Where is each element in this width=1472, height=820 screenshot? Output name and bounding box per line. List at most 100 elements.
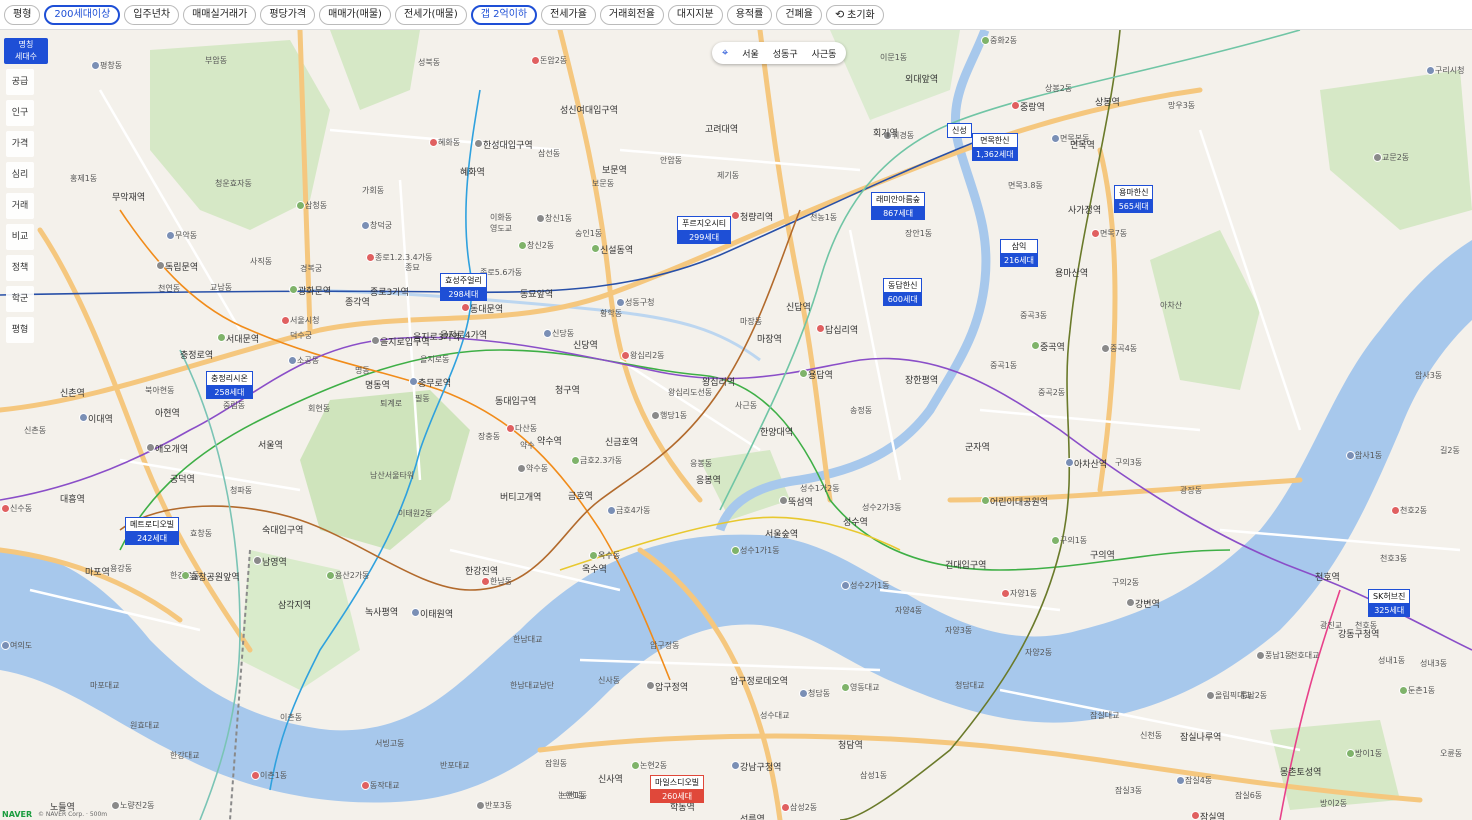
poi-icon[interactable] <box>517 464 526 473</box>
poi-icon[interactable] <box>1031 341 1040 350</box>
complex-marker[interactable]: 충정리시온 258세대 <box>206 371 253 399</box>
poi-icon[interactable] <box>474 139 483 148</box>
poi-icon[interactable] <box>409 377 418 386</box>
left-menu-item-0[interactable]: 공급 <box>6 69 34 95</box>
location-target-icon[interactable]: ⌖ <box>722 46 728 60</box>
poi-icon[interactable] <box>156 261 165 270</box>
complex-marker[interactable]: 래미안아름숲 867세대 <box>871 192 926 220</box>
poi-icon[interactable] <box>1091 229 1100 238</box>
filter-chip-1[interactable]: 200세대이상 <box>44 4 121 25</box>
left-menu-item-2[interactable]: 가격 <box>6 131 34 157</box>
filter-chip-0[interactable]: 평형 <box>4 4 41 25</box>
poi-icon[interactable] <box>1206 691 1215 700</box>
left-menu-item-3[interactable]: 심리 <box>6 162 34 188</box>
complex-marker[interactable]: SK허브진 325세대 <box>1368 589 1411 617</box>
poi-icon[interactable] <box>799 689 808 698</box>
complex-marker[interactable]: 신성 <box>947 123 972 138</box>
poi-icon[interactable] <box>518 241 527 250</box>
poi-icon[interactable] <box>79 413 88 422</box>
breadcrumb-district[interactable]: 성동구 <box>773 47 798 60</box>
poi-icon[interactable] <box>326 571 335 580</box>
filter-chip-9[interactable]: 거래회전율 <box>599 4 664 25</box>
poi-icon[interactable] <box>429 138 438 147</box>
poi-icon[interactable] <box>841 683 850 692</box>
poi-icon[interactable] <box>543 329 552 338</box>
left-menu-item-8[interactable]: 평형 <box>6 317 34 343</box>
poi-icon[interactable] <box>731 546 740 555</box>
poi-icon[interactable] <box>651 411 660 420</box>
poi-icon[interactable] <box>111 801 120 810</box>
poi-icon[interactable] <box>1051 134 1060 143</box>
poi-icon[interactable] <box>1346 451 1355 460</box>
filter-chip-11[interactable]: 용적률 <box>726 4 773 25</box>
poi-icon[interactable] <box>589 551 598 560</box>
poi-icon[interactable] <box>621 351 630 360</box>
poi-icon[interactable] <box>816 324 825 333</box>
complex-marker[interactable]: 삼익 216세대 <box>1000 239 1038 267</box>
poi-icon[interactable] <box>1101 344 1110 353</box>
poi-icon[interactable] <box>1176 776 1185 785</box>
poi-icon[interactable] <box>1 641 10 650</box>
poi-icon[interactable] <box>1391 506 1400 515</box>
reset-button[interactable]: ⟲ 초기화 <box>825 4 884 25</box>
breadcrumb-dong[interactable]: 사근동 <box>812 47 837 60</box>
poi-icon[interactable] <box>799 369 808 378</box>
left-menu-item-6[interactable]: 정책 <box>6 255 34 281</box>
poi-icon[interactable] <box>166 231 175 240</box>
filter-chip-12[interactable]: 건폐율 <box>776 4 822 25</box>
poi-icon[interactable] <box>289 285 298 294</box>
breadcrumb-city[interactable]: 서울 <box>742 47 759 60</box>
poi-icon[interactable] <box>461 303 470 312</box>
poi-icon[interactable] <box>361 221 370 230</box>
poi-icon[interactable] <box>481 577 490 586</box>
poi-icon[interactable] <box>1399 686 1408 695</box>
poi-icon[interactable] <box>631 761 640 770</box>
poi-icon[interactable] <box>731 211 740 220</box>
left-menu-item-5[interactable]: 비교 <box>6 224 34 250</box>
poi-icon[interactable] <box>1191 811 1200 820</box>
poi-icon[interactable] <box>1256 651 1265 660</box>
left-menu-item-1[interactable]: 인구 <box>6 100 34 126</box>
complex-marker[interactable]: 효성주얼리 298세대 <box>440 273 487 301</box>
filter-chip-5[interactable]: 매매가(매물) <box>319 4 391 25</box>
complex-marker[interactable]: 동답한신 600세대 <box>883 278 923 306</box>
filter-chip-7[interactable]: 갭 2억이하 <box>470 4 538 25</box>
poi-icon[interactable] <box>146 443 155 452</box>
poi-icon[interactable] <box>607 506 616 515</box>
poi-icon[interactable] <box>1346 749 1355 758</box>
poi-icon[interactable] <box>476 801 485 810</box>
complex-marker[interactable]: 푸르지오시티 299세대 <box>677 216 732 244</box>
poi-icon[interactable] <box>253 556 262 565</box>
poi-icon[interactable] <box>616 298 625 307</box>
poi-icon[interactable] <box>1 504 10 513</box>
poi-icon[interactable] <box>1051 536 1060 545</box>
poi-icon[interactable] <box>1426 66 1435 75</box>
location-breadcrumb[interactable]: ⌖ 서울 성동구 사근동 <box>712 42 847 64</box>
poi-icon[interactable] <box>591 244 600 253</box>
poi-icon[interactable] <box>296 201 305 210</box>
filter-chip-4[interactable]: 평당가격 <box>260 4 316 25</box>
complex-marker[interactable]: 용마한신 565세대 <box>1114 185 1154 213</box>
poi-icon[interactable] <box>181 571 190 580</box>
poi-icon[interactable] <box>91 61 100 70</box>
complex-marker[interactable]: 마일스디오빌 260세대 <box>650 775 705 803</box>
poi-icon[interactable] <box>1011 101 1020 110</box>
poi-icon[interactable] <box>288 356 297 365</box>
poi-icon[interactable] <box>366 253 375 262</box>
poi-icon[interactable] <box>217 333 226 342</box>
filter-chip-10[interactable]: 대지지분 <box>667 4 723 25</box>
poi-icon[interactable] <box>531 56 540 65</box>
poi-icon[interactable] <box>506 424 515 433</box>
complex-marker[interactable]: 면목한신 1,362세대 <box>972 133 1018 161</box>
poi-icon[interactable] <box>981 36 990 45</box>
left-menu-name-households[interactable]: 명칭 세대수 <box>4 38 48 64</box>
poi-icon[interactable] <box>571 456 580 465</box>
filter-chip-3[interactable]: 매매실거래가 <box>183 4 257 25</box>
poi-icon[interactable] <box>731 761 740 770</box>
poi-icon[interactable] <box>781 803 790 812</box>
poi-icon[interactable] <box>981 496 990 505</box>
poi-icon[interactable] <box>646 681 655 690</box>
poi-icon[interactable] <box>841 581 850 590</box>
left-menu-item-7[interactable]: 학군 <box>6 286 34 312</box>
poi-icon[interactable] <box>251 771 260 780</box>
